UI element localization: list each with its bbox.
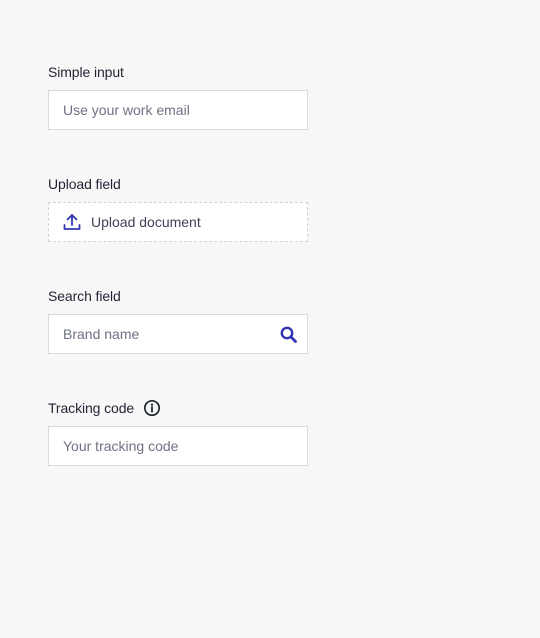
simple-input-field[interactable]	[48, 90, 308, 130]
search-input[interactable]	[63, 326, 267, 342]
simple-input-group: Simple input	[48, 62, 308, 130]
upload-document-button[interactable]: Upload document	[48, 202, 308, 242]
info-icon[interactable]	[143, 399, 161, 417]
upload-field-label: Upload field	[48, 176, 121, 192]
search-field-label-row: Search field	[48, 286, 308, 306]
search-icon[interactable]	[279, 325, 299, 345]
tracking-code-group: Tracking code	[48, 398, 308, 466]
upload-field-group: Upload field Upload document	[48, 174, 308, 242]
search-field-container	[48, 314, 308, 354]
upload-document-label: Upload document	[91, 214, 201, 230]
form-examples: Simple input Upload field Upload documen…	[48, 62, 308, 466]
simple-input-label: Simple input	[48, 64, 124, 80]
upload-field-label-row: Upload field	[48, 174, 308, 194]
search-field-group: Search field	[48, 286, 308, 354]
search-field-label: Search field	[48, 288, 121, 304]
tracking-code-input[interactable]	[48, 426, 308, 466]
simple-input-label-row: Simple input	[48, 62, 308, 82]
upload-icon	[63, 213, 81, 231]
tracking-code-label: Tracking code	[48, 400, 135, 416]
tracking-code-label-row: Tracking code	[48, 398, 308, 418]
